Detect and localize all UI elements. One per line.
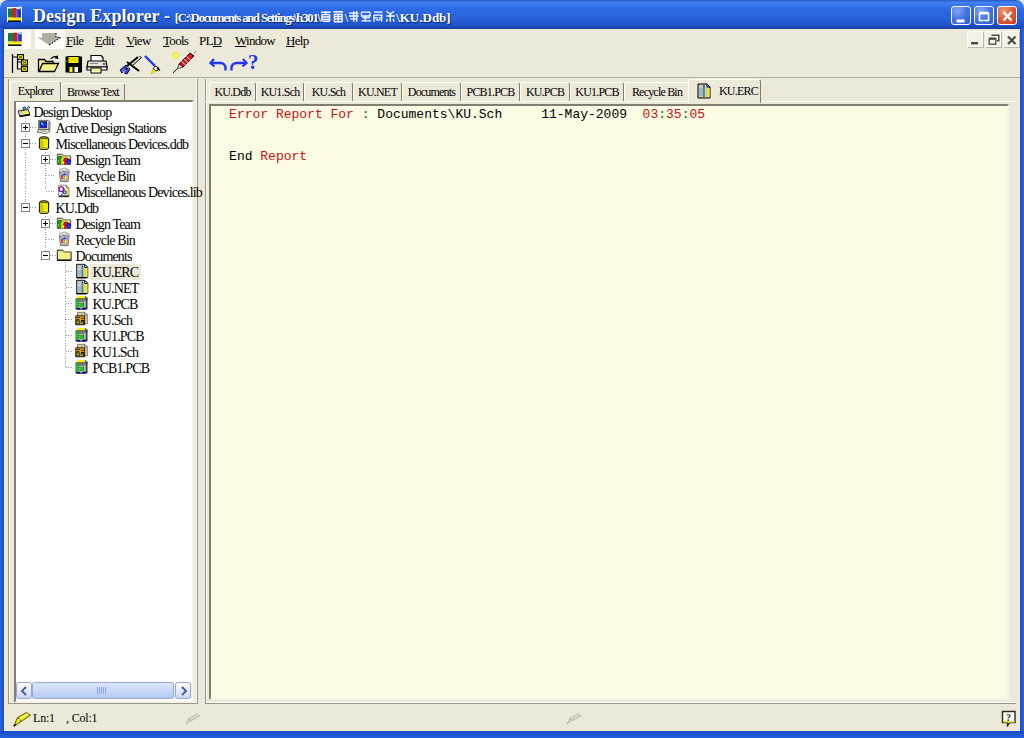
svg-text:?: ? [1006, 712, 1011, 723]
